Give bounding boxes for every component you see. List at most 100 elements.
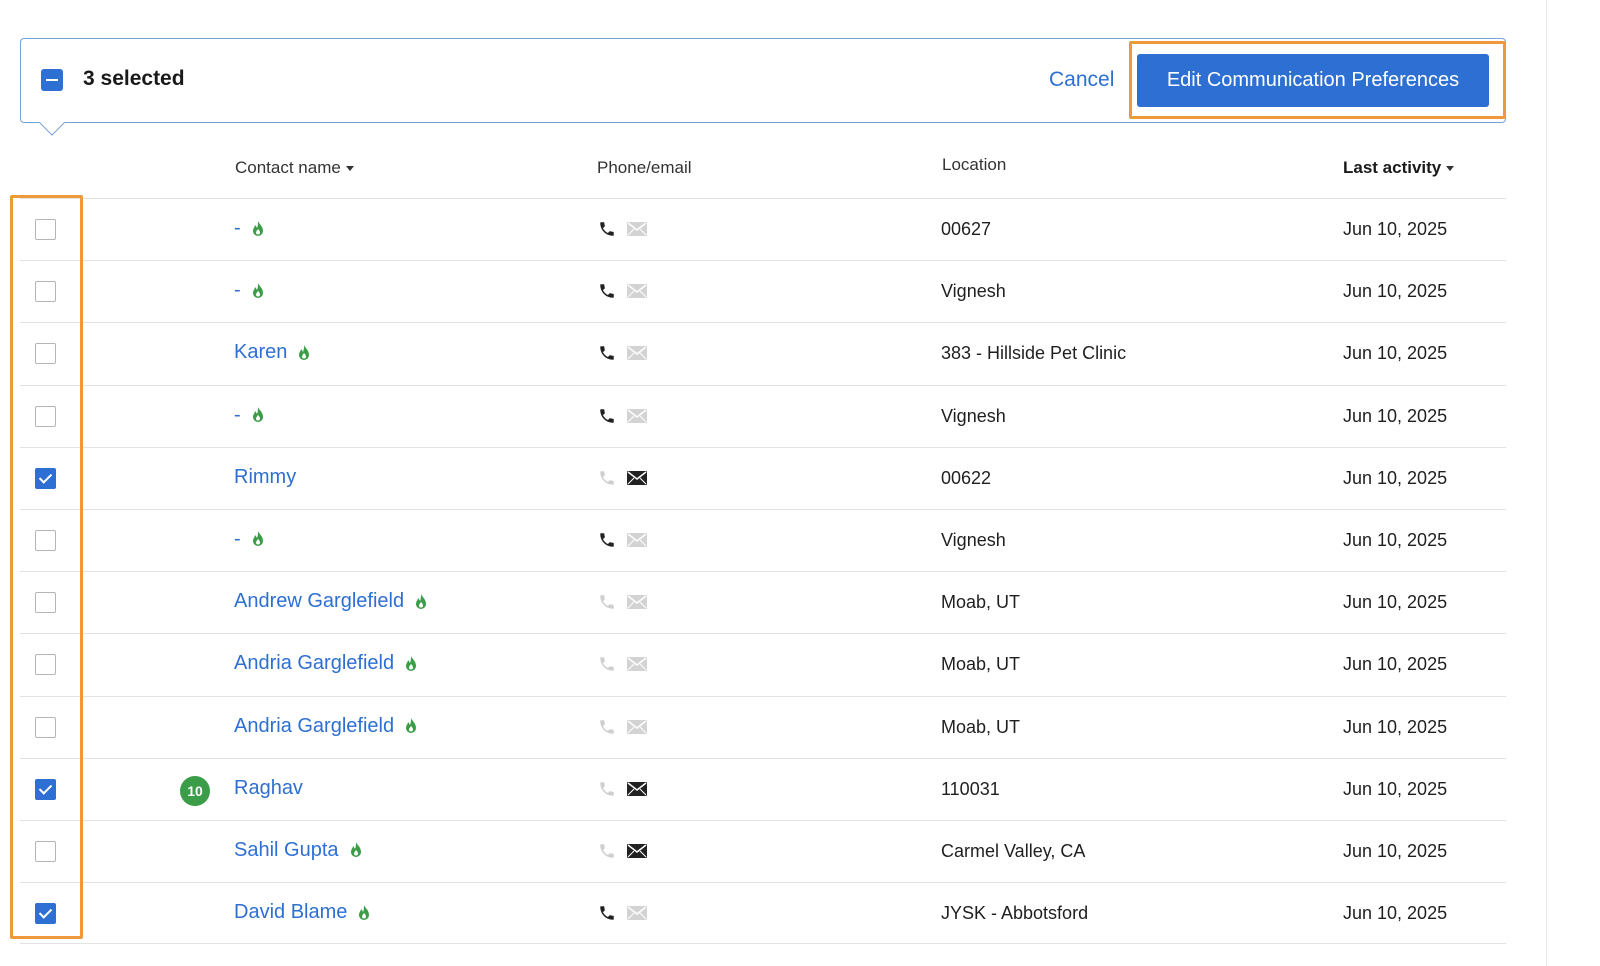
- contact-name-text: David Blame: [234, 901, 348, 924]
- contact-name-link[interactable]: Andria Garglefield: [234, 715, 418, 738]
- last-activity-cell: Jun 10, 2025: [1343, 281, 1448, 302]
- flame-icon: [357, 904, 371, 922]
- contact-name-text: Raghav: [234, 776, 303, 799]
- row-checkbox[interactable]: [35, 405, 56, 427]
- phone-icon: [598, 407, 616, 430]
- flame-icon: [251, 220, 265, 238]
- row-checkbox[interactable]: [35, 467, 56, 489]
- contact-name-link[interactable]: Andrew Garglefield: [234, 590, 428, 613]
- table-row[interactable]: - Vignesh Jun 10, 2025: [20, 260, 1506, 322]
- contact-name-text: Rimmy: [234, 465, 297, 488]
- last-activity-cell: Jun 10, 2025: [1343, 903, 1448, 924]
- location-cell: 110031: [941, 778, 1000, 799]
- table-row[interactable]: Rimmy 00622 Jun 10, 2025: [20, 446, 1506, 509]
- row-checkbox[interactable]: [35, 716, 56, 738]
- phone-icon: [598, 780, 616, 803]
- flame-icon: [349, 841, 363, 859]
- email-icon: [627, 284, 647, 303]
- location-cell: 00622: [941, 467, 992, 488]
- row-checkbox[interactable]: [35, 529, 56, 551]
- sort-caret-icon: [345, 166, 354, 172]
- last-activity-cell: Jun 10, 2025: [1343, 778, 1448, 799]
- table-row[interactable]: - 00627 Jun 10, 2025: [20, 198, 1506, 260]
- last-activity-cell: Jun 10, 2025: [1343, 219, 1448, 239]
- phone-icon: [598, 469, 616, 492]
- last-activity-cell: Jun 10, 2025: [1343, 592, 1448, 613]
- contact-name-text: Sahil Gupta: [234, 838, 339, 861]
- location-cell: JYSK - Abbotsford: [941, 903, 1089, 924]
- row-checkbox[interactable]: [35, 219, 56, 240]
- row-checkbox[interactable]: [35, 281, 56, 303]
- last-activity-cell: Jun 10, 2025: [1343, 840, 1448, 861]
- contact-name-link[interactable]: Sahil Gupta: [234, 839, 363, 862]
- flame-icon: [404, 717, 418, 735]
- phone-icon: [598, 344, 616, 367]
- contact-name-text: Andria Garglefield: [234, 652, 395, 675]
- column-header-location: Location: [942, 155, 1007, 174]
- table-row[interactable]: Sahil Gupta Carmel Valley, CA Jun 10, 2025: [20, 819, 1506, 882]
- row-checkbox[interactable]: [35, 592, 56, 614]
- email-icon: [627, 657, 647, 676]
- column-header-last-activity[interactable]: Last activity: [1343, 158, 1455, 178]
- contact-name-link[interactable]: -: [234, 279, 265, 302]
- select-all-checkbox[interactable]: [41, 69, 63, 91]
- table-row[interactable]: Andria Garglefield Moab, UT Jun 10, 2025: [20, 633, 1506, 695]
- row-checkbox[interactable]: [35, 840, 56, 862]
- email-icon: [627, 222, 647, 241]
- contact-name-text: -: [234, 217, 241, 239]
- contact-name-text: -: [234, 403, 241, 426]
- contact-name-link[interactable]: Andria Garglefield: [234, 652, 418, 675]
- contact-name-link[interactable]: -: [234, 528, 265, 551]
- contact-name-text: Andria Garglefield: [234, 714, 395, 737]
- contact-name-link[interactable]: -: [234, 404, 265, 427]
- row-checkbox[interactable]: [35, 778, 56, 800]
- table-row[interactable]: 10 Raghav 110031 Jun 10, 2025: [20, 757, 1506, 820]
- table-row[interactable]: - Vignesh Jun 10, 2025: [20, 508, 1506, 571]
- table-row[interactable]: - Vignesh Jun 10, 2025: [20, 384, 1506, 447]
- location-cell: 383 - Hillside Pet Clinic: [941, 343, 1127, 364]
- row-checkbox[interactable]: [35, 903, 56, 925]
- cancel-link[interactable]: Cancel: [1049, 68, 1114, 92]
- phone-icon: [598, 220, 616, 243]
- email-icon: [627, 408, 647, 428]
- flame-icon: [297, 344, 311, 362]
- location-cell: Vignesh: [941, 281, 1006, 302]
- phone-icon: [598, 718, 616, 741]
- contact-name-link[interactable]: Rimmy: [234, 466, 296, 489]
- edit-communication-preferences-button[interactable]: Edit Communication Preferences: [1137, 54, 1489, 107]
- flame-icon: [251, 282, 265, 300]
- contacts-table: -00627 Jun 10, 2025- Vignesh Jun 10, 2025 Ka…: [20, 198, 1506, 945]
- contact-name-link[interactable]: -: [234, 217, 265, 240]
- last-activity-cell: Jun 10, 2025: [1343, 405, 1448, 426]
- table-row[interactable]: Andria Garglefield Moab, UT Jun 10, 2025: [20, 695, 1506, 758]
- contact-name-link[interactable]: David Blame: [234, 901, 371, 924]
- location-cell: Moab, UT: [941, 654, 1021, 675]
- contact-name-link[interactable]: Karen: [234, 341, 311, 364]
- column-header-phone-email: Phone/email: [597, 158, 692, 177]
- phone-icon: [598, 282, 616, 305]
- column-header-contact-name[interactable]: Contact name: [235, 158, 354, 178]
- last-activity-cell: Jun 10, 2025: [1343, 343, 1448, 364]
- location-cell: Vignesh: [941, 405, 1006, 426]
- contact-name-text: Andrew Garglefield: [234, 590, 405, 613]
- email-icon: [627, 781, 647, 801]
- location-cell: 00627: [941, 219, 992, 239]
- table-row[interactable]: David Blame JYSK - Abbotsford Jun 10, 2025: [20, 882, 1506, 945]
- row-checkbox[interactable]: [35, 654, 56, 676]
- last-activity-cell: Jun 10, 2025: [1343, 467, 1448, 488]
- table-row[interactable]: Andrew Garglefield Moab, UT Jun 10, 2025: [20, 571, 1506, 633]
- location-cell: Moab, UT: [941, 592, 1021, 613]
- flame-icon: [251, 406, 265, 424]
- email-icon: [627, 346, 647, 365]
- location-cell: Carmel Valley, CA: [941, 840, 1086, 861]
- last-activity-cell: Jun 10, 2025: [1343, 716, 1448, 737]
- contact-name-text: Karen: [234, 341, 288, 364]
- phone-icon: [598, 655, 616, 678]
- flame-icon: [404, 655, 418, 673]
- contact-name-text: -: [234, 279, 241, 302]
- contact-name-link[interactable]: Raghav: [234, 777, 303, 800]
- table-row[interactable]: Karen 383 - Hillside Pet Clinic Jun 10, 20…: [20, 322, 1506, 384]
- email-icon: [627, 532, 647, 552]
- row-checkbox[interactable]: [35, 343, 56, 365]
- phone-icon: [598, 842, 616, 865]
